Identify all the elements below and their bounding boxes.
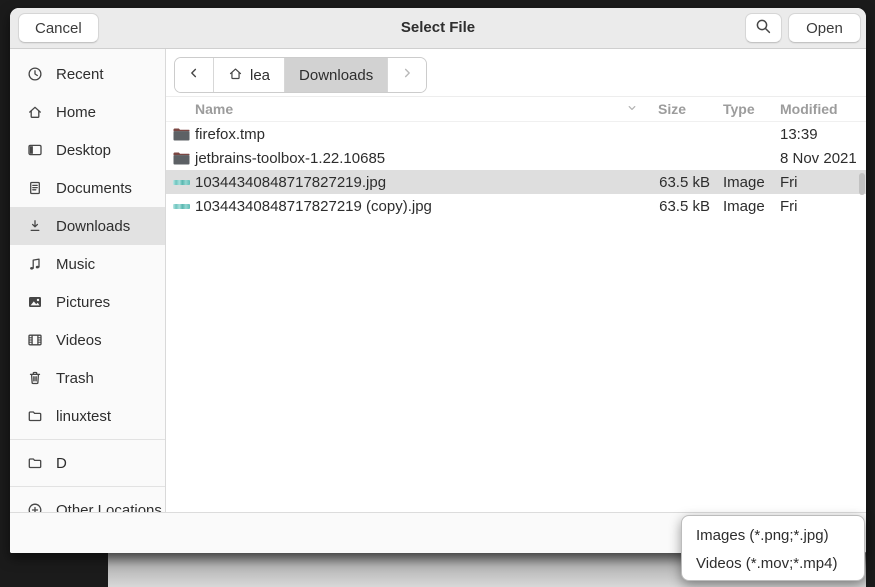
dialog-content: Recent Home Desktop Documents Downloads <box>10 49 866 512</box>
other-locations-icon <box>27 502 43 512</box>
file-name: jetbrains-toolbox-1.22.10685 <box>195 150 646 167</box>
breadcrumb-home-label: lea <box>250 67 270 84</box>
file-type: Image <box>723 174 780 191</box>
sort-indicator-icon <box>626 101 638 117</box>
path-forward-button[interactable] <box>388 58 426 92</box>
filter-option-videos[interactable]: Videos (*.mov;*.mp4) <box>682 549 864 577</box>
breadcrumb: lea Downloads <box>174 57 427 93</box>
breadcrumb-home[interactable]: lea <box>214 58 285 92</box>
sidebar-item-desktop[interactable]: Desktop <box>10 131 165 169</box>
column-header-size[interactable]: Size <box>646 101 710 117</box>
search-button[interactable] <box>745 13 782 43</box>
sidebar-item-label: Other Locations <box>56 502 162 513</box>
trash-icon <box>27 370 43 386</box>
pictures-icon <box>27 294 43 310</box>
music-icon <box>27 256 43 272</box>
column-label: Name <box>195 101 233 117</box>
sidebar-item-label: Downloads <box>56 218 130 235</box>
pathbar-row: lea Downloads <box>166 49 866 97</box>
sidebar-separator <box>10 439 165 440</box>
sidebar-item-label: Music <box>56 256 95 273</box>
sidebar-item-label: Pictures <box>56 294 110 311</box>
file-row-jetbrains-toolbox[interactable]: jetbrains-toolbox-1.22.10685 8 Nov 2021 <box>166 146 866 170</box>
sidebar-item-label: D <box>56 455 67 472</box>
desktop-icon <box>27 142 43 158</box>
sidebar-item-label: Trash <box>56 370 94 387</box>
file-chooser-dialog: Cancel Select File Open Recent <box>10 8 866 553</box>
home-icon <box>27 104 43 120</box>
sidebar-item-label: Videos <box>56 332 102 349</box>
file-filter-popup: Images (*.png;*.jpg) Videos (*.mov;*.mp4… <box>681 515 865 581</box>
sidebar-item-music[interactable]: Music <box>10 245 165 283</box>
documents-icon <box>27 180 43 196</box>
column-header-name[interactable]: Name <box>195 101 646 117</box>
dialog-headerbar: Cancel Select File Open <box>10 8 866 49</box>
folder-icon <box>27 408 43 424</box>
path-back-button[interactable] <box>175 58 214 92</box>
file-row-firefox-tmp[interactable]: firefox.tmp 13:39 <box>166 122 866 146</box>
file-name: firefox.tmp <box>195 126 646 143</box>
file-modified: Fri <box>780 198 866 215</box>
file-modified: 13:39 <box>780 126 866 143</box>
column-header-type[interactable]: Type <box>723 101 780 117</box>
sidebar-item-downloads[interactable]: Downloads <box>10 207 165 245</box>
sidebar-item-d[interactable]: D <box>10 444 165 482</box>
file-type: Image <box>723 198 780 215</box>
file-size: 63.5 kB <box>646 198 710 215</box>
sidebar-item-videos[interactable]: Videos <box>10 321 165 359</box>
file-name: 10344340848717827219.jpg <box>195 174 646 191</box>
videos-icon <box>27 332 43 348</box>
file-rows: firefox.tmp 13:39 jetbrains-toolbox-1.22… <box>166 122 866 218</box>
sidebar-item-documents[interactable]: Documents <box>10 169 165 207</box>
home-icon <box>228 66 243 85</box>
sidebar-item-label: Documents <box>56 180 132 197</box>
file-size: 63.5 kB <box>646 174 710 191</box>
sidebar: Recent Home Desktop Documents Downloads <box>10 49 166 512</box>
sidebar-item-label: linuxtest <box>56 408 111 425</box>
chevron-left-icon <box>187 66 201 84</box>
sidebar-item-recent[interactable]: Recent <box>10 55 165 93</box>
file-row-jpg-selected[interactable]: 10344340848717827219.jpg 63.5 kB Image F… <box>166 170 866 194</box>
folder-icon <box>27 455 43 471</box>
file-modified: Fri <box>780 174 866 191</box>
file-area: lea Downloads Name Size Ty <box>166 49 866 512</box>
sidebar-separator <box>10 486 165 487</box>
sidebar-item-label: Recent <box>56 66 104 83</box>
downloads-icon <box>27 218 43 234</box>
file-modified: 8 Nov 2021 <box>780 150 866 167</box>
recent-icon <box>27 66 43 82</box>
scrollbar-thumb[interactable] <box>859 173 865 195</box>
file-name: 10344340848717827219 (copy).jpg <box>195 198 646 215</box>
search-icon <box>755 18 772 39</box>
sidebar-item-home[interactable]: Home <box>10 93 165 131</box>
column-header-modified[interactable]: Modified <box>780 101 866 117</box>
filter-option-images[interactable]: Images (*.png;*.jpg) <box>682 521 864 549</box>
sidebar-item-label: Desktop <box>56 142 111 159</box>
sidebar-item-other-locations[interactable]: Other Locations <box>10 491 165 512</box>
image-file-icon <box>173 204 195 209</box>
dialog-title: Select File <box>130 8 746 49</box>
folder-icon <box>173 151 195 165</box>
list-header: Name Size Type Modified <box>166 97 866 122</box>
file-row-jpg-copy[interactable]: 10344340848717827219 (copy).jpg 63.5 kB … <box>166 194 866 218</box>
sidebar-item-trash[interactable]: Trash <box>10 359 165 397</box>
image-file-icon <box>173 180 195 185</box>
sidebar-item-label: Home <box>56 104 96 121</box>
sidebar-item-linuxtest[interactable]: linuxtest <box>10 397 165 435</box>
open-button[interactable]: Open <box>788 13 861 43</box>
breadcrumb-current[interactable]: Downloads <box>285 58 388 92</box>
screen: Cancel Select File Open Recent <box>0 0 875 587</box>
chevron-right-icon <box>400 66 414 84</box>
sidebar-item-pictures[interactable]: Pictures <box>10 283 165 321</box>
cancel-button[interactable]: Cancel <box>18 13 99 43</box>
folder-icon <box>173 127 195 141</box>
